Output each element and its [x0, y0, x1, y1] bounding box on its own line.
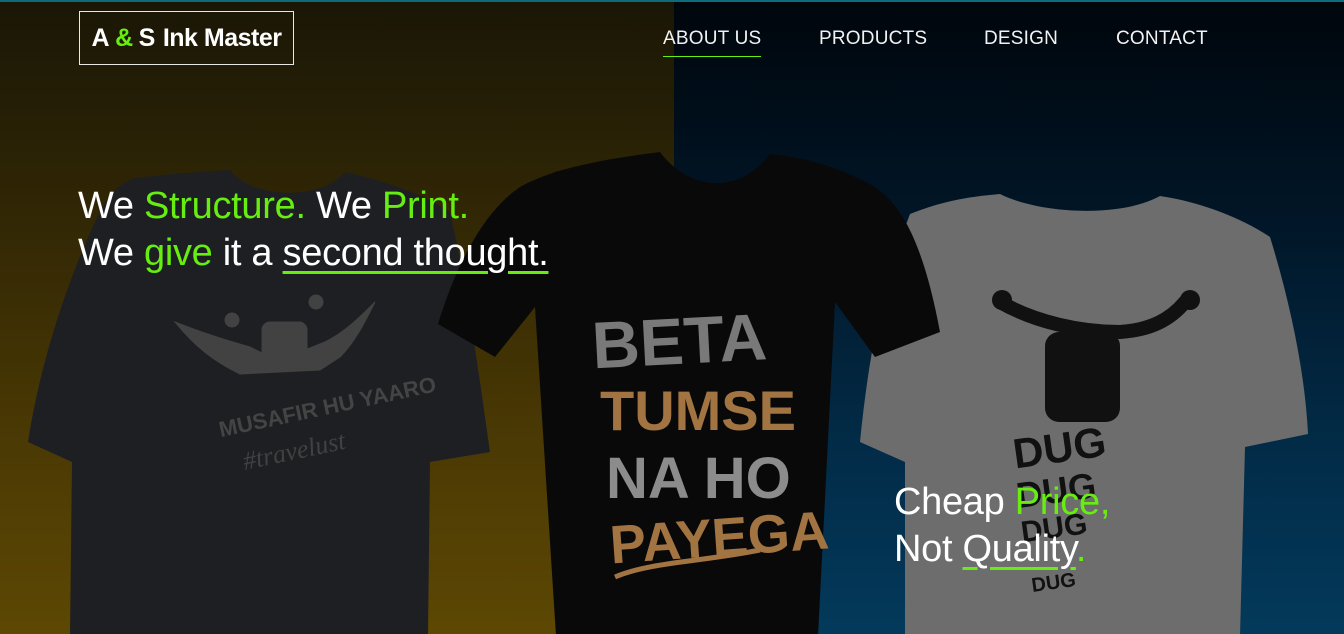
nav-design[interactable]: DESIGN — [984, 28, 1058, 56]
tagline-print: Print. — [381, 185, 469, 227]
nav-products[interactable]: PRODUCTS — [819, 28, 927, 56]
tagline2-price: Price, — [1014, 481, 1111, 523]
tagline-give: give — [143, 232, 213, 274]
tagline2-cheap: Cheap — [894, 481, 1005, 523]
tagline-we-1: We — [78, 185, 134, 227]
tagline-second-thought: second thought. — [282, 232, 549, 274]
tagline-we-3: We — [78, 232, 134, 274]
hero-banner: MUSAFIR HU YAARO #travelust DUG DUG DUG … — [0, 0, 1344, 634]
hero-tagline-secondary: Cheap Price, Not Quality. — [894, 479, 1110, 573]
main-nav: ABOUT US PRODUCTS DESIGN CONTACT — [0, 28, 1344, 62]
hero-tagline: We Structure. We Print. We give it a sec… — [78, 183, 549, 277]
tagline-we-2: We — [315, 185, 372, 227]
tagline2-quality: Quality — [962, 528, 1077, 570]
tagline2-line-1: Cheap Price, — [894, 479, 1110, 526]
tshirts-image: MUSAFIR HU YAARO #travelust DUG DUG DUG … — [0, 2, 1344, 634]
tagline-line-1: We Structure. We Print. — [78, 183, 548, 230]
tagline-it-a: it a — [222, 232, 273, 274]
nav-about-us[interactable]: ABOUT US — [663, 28, 762, 57]
tagline2-period: . — [1075, 528, 1087, 570]
tagline2-not: Not — [894, 528, 953, 570]
nav-contact[interactable]: CONTACT — [1116, 28, 1208, 56]
tagline2-line-2: Not Quality. — [894, 526, 1110, 573]
tagline-line-2: We give it a second thought. — [78, 230, 549, 277]
tagline-structure: Structure. — [143, 185, 306, 227]
